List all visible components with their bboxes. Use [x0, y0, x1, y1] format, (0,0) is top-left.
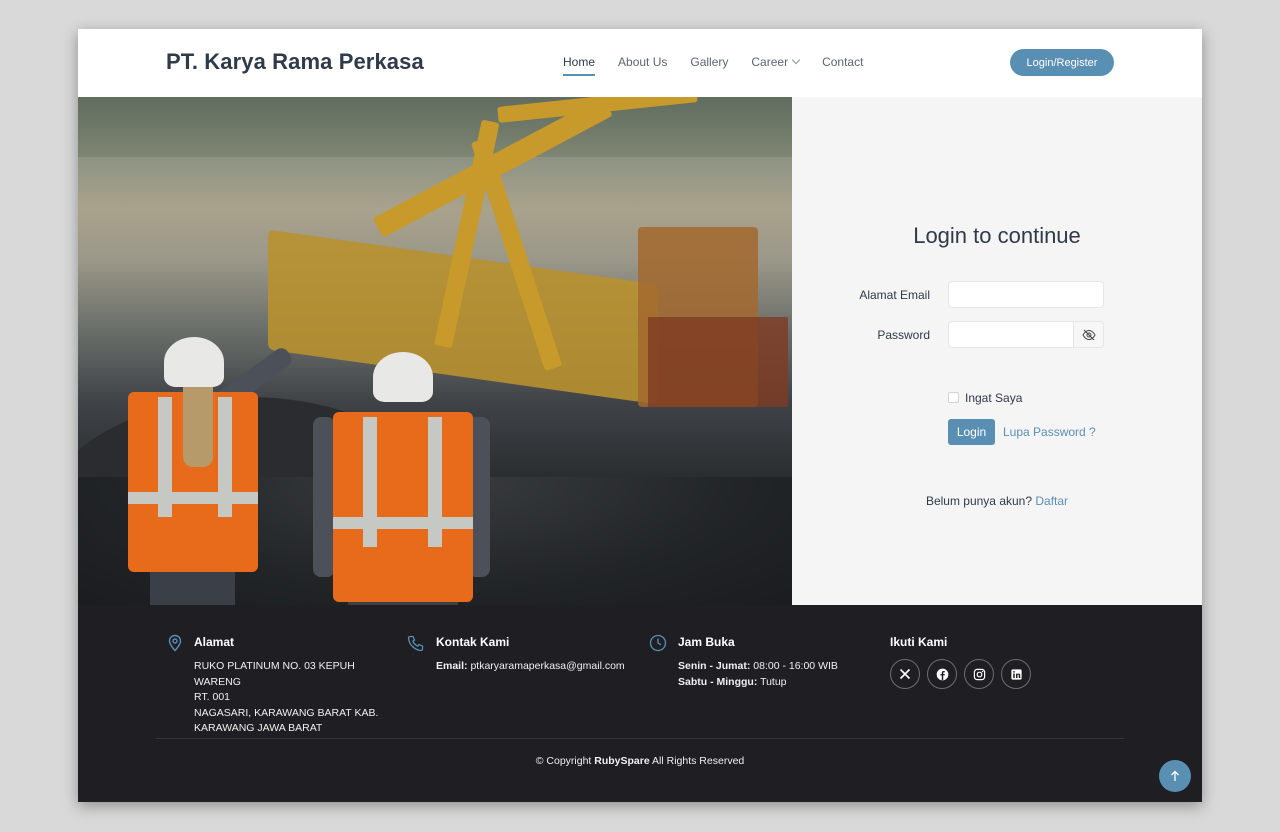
- weekday-hours: 08:00 - 16:00 WIB: [753, 660, 838, 672]
- password-label: Password: [877, 328, 930, 342]
- linkedin-link[interactable]: [1001, 659, 1031, 689]
- remember-me-checkbox[interactable]: [948, 392, 959, 403]
- address-line-4: KARAWANG JAWA BARAT: [194, 722, 323, 734]
- page-frame: PT. Karya Rama Perkasa Home About Us Gal…: [78, 29, 1202, 802]
- login-button[interactable]: Login: [948, 419, 995, 445]
- email-label: Alamat Email: [859, 288, 930, 302]
- brand-logo-text[interactable]: PT. Karya Rama Perkasa: [166, 49, 424, 75]
- site-header: PT. Karya Rama Perkasa Home About Us Gal…: [78, 29, 1202, 97]
- nav-about-us[interactable]: About Us: [618, 55, 667, 69]
- footer-divider: [156, 738, 1124, 739]
- footer-email-link[interactable]: ptkaryaramaperkasa@gmail.com: [470, 660, 624, 672]
- weekend-label: Sabtu - Minggu:: [678, 675, 758, 688]
- copyright: © Copyright RubySpare All Rights Reserve…: [78, 755, 1202, 767]
- arrow-up-icon: [1171, 770, 1179, 781]
- map-pin-icon: [168, 634, 182, 652]
- signup-prompt-text: Belum punya akun?: [925, 494, 1033, 508]
- copyright-suffix: All Rights Reserved: [652, 755, 745, 767]
- facebook-icon: [936, 668, 948, 680]
- footer-follow: Ikuti Kami: [890, 635, 1090, 689]
- forgot-password-link[interactable]: Lupa Password ?: [1003, 425, 1096, 439]
- eye-slash-icon: [1081, 329, 1096, 340]
- address-line-2: RT. 001: [194, 691, 230, 703]
- login-register-button[interactable]: Login/Register: [1010, 49, 1114, 76]
- instagram-link[interactable]: [964, 659, 994, 689]
- x-icon: [899, 668, 911, 680]
- address-line-1: RUKO PLATINUM NO. 03 KEPUH WARENG: [194, 660, 355, 688]
- phone-icon: [407, 635, 424, 652]
- copyright-prefix: © Copyright: [535, 755, 592, 767]
- copyright-brand: RubySpare: [594, 755, 650, 767]
- chevron-down-icon: [791, 55, 801, 65]
- x-link[interactable]: [890, 659, 920, 689]
- main-nav: Home About Us Gallery Career Contact: [563, 55, 863, 76]
- footer-address-heading: Alamat: [194, 635, 235, 649]
- remember-me-label[interactable]: Ingat Saya: [965, 391, 1022, 405]
- footer-hours: Jam Buka Senin - Jumat: 08:00 - 16:00 WI…: [678, 635, 878, 690]
- hero-image-mining-workers: [78, 97, 792, 605]
- linkedin-icon: [1010, 668, 1022, 680]
- instagram-icon: [973, 668, 985, 680]
- login-panel: Login to continue Alamat Email Password …: [792, 97, 1202, 605]
- facebook-link[interactable]: [927, 659, 957, 689]
- password-field[interactable]: [948, 321, 1074, 348]
- footer-address: Alamat RUKO PLATINUM NO. 03 KEPUH WARENG…: [194, 635, 404, 737]
- footer-contact-heading: Kontak Kami: [436, 635, 510, 649]
- email-label-text: Email:: [436, 660, 468, 672]
- email-field[interactable]: [948, 281, 1104, 308]
- weekend-hours: Tutup: [760, 675, 787, 688]
- nav-home[interactable]: Home: [563, 55, 596, 76]
- footer-follow-heading: Ikuti Kami: [890, 635, 948, 649]
- nav-gallery[interactable]: Gallery: [690, 55, 728, 69]
- signup-link[interactable]: Daftar: [1035, 494, 1068, 508]
- nav-career[interactable]: Career: [751, 55, 801, 69]
- footer-hours-heading: Jam Buka: [678, 635, 735, 649]
- site-footer: Alamat RUKO PLATINUM NO. 03 KEPUH WARENG…: [78, 605, 1202, 802]
- weekday-label: Senin - Jumat:: [678, 660, 751, 672]
- back-to-top-button[interactable]: [1159, 760, 1191, 792]
- footer-contact: Kontak Kami Email: ptkaryaramaperkasa@gm…: [436, 635, 656, 675]
- social-links: [890, 659, 1090, 689]
- nav-contact[interactable]: Contact: [822, 55, 863, 69]
- toggle-password-visibility-button[interactable]: [1074, 321, 1104, 348]
- nav-career-label: Career: [751, 55, 789, 69]
- address-line-3: NAGASARI, KARAWANG BARAT KAB.: [194, 706, 379, 719]
- login-title: Login to continue: [913, 223, 1081, 248]
- clock-icon: [649, 634, 667, 652]
- signup-prompt: Belum punya akun? Daftar: [792, 494, 1202, 508]
